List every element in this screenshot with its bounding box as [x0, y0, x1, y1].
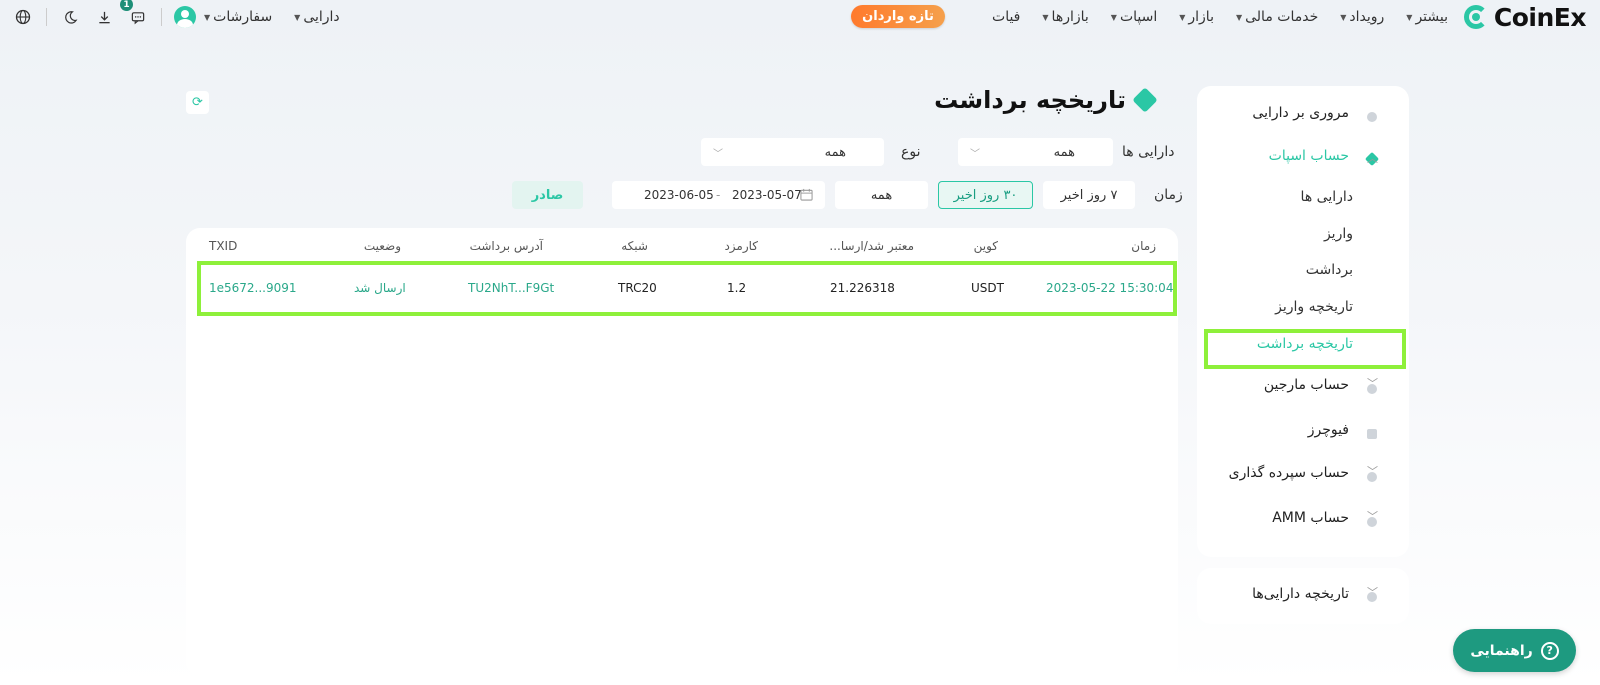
user-tools: 1 سفارشات ▼ دارایی ▼ — [12, 0, 362, 34]
moon-icon[interactable] — [59, 6, 81, 28]
nav-more[interactable]: بیشتر ▼ — [1406, 9, 1448, 25]
caret-down-icon: ▼ — [204, 12, 211, 22]
assets-menu[interactable]: دارایی ▼ — [294, 9, 340, 25]
caret-down-icon: ▼ — [1235, 12, 1243, 22]
range-all-button[interactable]: همه — [835, 181, 928, 209]
cell-network: TRC20 — [618, 281, 657, 295]
help-button[interactable]: ? راهنمایی — [1453, 629, 1576, 672]
nav-spot[interactable]: اسپات ▼ — [1111, 9, 1157, 25]
overview-icon — [1367, 112, 1377, 122]
chevron-down-icon[interactable]: ﹀ — [1367, 463, 1378, 479]
caret-down-icon: ▼ — [1179, 12, 1186, 22]
cell-coin: USDT — [971, 281, 1004, 295]
export-button[interactable]: صادر — [512, 181, 583, 209]
range-7-days-button[interactable]: ۷ روز اخیر — [1043, 181, 1135, 209]
sidebar-sub-withdraw[interactable]: برداشت — [1306, 262, 1353, 278]
coinex-logo[interactable]: CoinEx — [1463, 2, 1587, 32]
caret-down-icon: ▼ — [1406, 12, 1413, 22]
question-icon: ? — [1540, 641, 1559, 660]
top-bar: CoinEx فیات بازارها ▼ اسپات ▼ بازار ▼ خدمات… — [0, 0, 1600, 34]
globe-icon[interactable] — [12, 6, 34, 28]
column-header-coin: کوین — [973, 239, 998, 253]
cell-time: 2023-05-22 15:30:04 — [1046, 281, 1174, 295]
page-title: تاریخچه برداشت — [934, 86, 1158, 114]
divider — [46, 8, 47, 26]
nav-market[interactable]: بازار ▼ — [1179, 9, 1214, 25]
chevron-down-icon: ﹀ — [713, 148, 723, 160]
messages-icon[interactable]: 1 — [120, 0, 149, 28]
table-row[interactable] — [197, 261, 1177, 316]
avatar[interactable] — [174, 6, 196, 28]
sidebar-sub-assets[interactable]: دارایی ها — [1301, 189, 1353, 205]
date-range-picker[interactable]: 2023-06-05 - 2023-05-07 — [612, 181, 825, 209]
txid-link[interactable]: 1e5672...9091 — [209, 281, 297, 295]
page-title-text: تاریخچه برداشت — [934, 86, 1126, 114]
sidebar-item-margin-account[interactable]: حساب مارجین — [1264, 377, 1349, 393]
chevron-down-icon[interactable]: ﹀ — [1367, 584, 1378, 600]
divider — [161, 8, 162, 26]
caret-down-icon: ▼ — [1340, 12, 1347, 22]
refresh-icon[interactable]: ⟳ — [186, 91, 209, 114]
cell-amount: 21.226318 — [830, 281, 895, 295]
newcomers-button[interactable]: تازه واردان — [851, 5, 945, 28]
cell-fee: 1.2 — [727, 281, 747, 295]
nav-events[interactable]: رویداد ▼ — [1340, 9, 1384, 25]
date-end: 2023-06-05 — [644, 188, 714, 202]
caret-down-icon: ▼ — [1110, 12, 1117, 22]
orders-menu[interactable]: سفارشات ▼ — [204, 9, 272, 25]
cell-status: ارسال شد — [354, 281, 406, 295]
asset-filter-label: دارایی ها — [1122, 144, 1175, 160]
column-header-txid: TXID — [209, 239, 238, 253]
sidebar-item-assets-history[interactable]: تاریخچه دارایی‌ها — [1252, 586, 1349, 602]
nav-fiat[interactable]: فیات — [992, 9, 1020, 25]
sidebar-item-staking-account[interactable]: حساب سپرده گذاری — [1229, 465, 1349, 481]
active-item-highlight — [1204, 329, 1406, 369]
caret-down-icon: ▼ — [1042, 12, 1049, 22]
brand-name: CoinEx — [1493, 2, 1587, 32]
column-header-network: شبکه — [621, 239, 648, 253]
chevron-down-icon[interactable]: ﹀ — [1367, 375, 1378, 391]
time-filter-label: زمان — [1154, 187, 1183, 203]
chevron-down-icon[interactable]: ﹀ — [1367, 508, 1378, 524]
sidebar-item-futures[interactable]: فیوچرز — [1308, 422, 1349, 438]
chevron-down-icon: ﹀ — [970, 148, 980, 160]
range-30-days-button[interactable]: ۳۰ روز اخیر — [938, 181, 1033, 209]
sidebar-sub-deposit[interactable]: واریز — [1324, 226, 1353, 242]
date-separator: - — [716, 188, 721, 202]
column-header-amount: معتبر شد/ارسا... — [829, 239, 914, 253]
nav-markets[interactable]: بازارها ▼ — [1042, 9, 1088, 25]
sidebar-item-amm-account[interactable]: حساب AMM — [1272, 510, 1349, 526]
sidebar-item-overview[interactable]: مروری بر دارایی — [1252, 105, 1349, 121]
column-header-fee: کارمزد — [724, 239, 758, 253]
assets-history-panel: تاریخچه دارایی‌ها ﹀ — [1197, 568, 1409, 624]
account-sidebar: مروری بر دارایی حساب اسپات ︿ دارایی ها و… — [1197, 86, 1409, 557]
withdraw-address-link[interactable]: TU2NhT...F9Gt — [468, 281, 554, 295]
nav-financial-services[interactable]: خدمات مالی ▼ — [1236, 9, 1318, 25]
column-header-time: زمان — [1131, 239, 1156, 253]
date-start: 2023-05-07 — [732, 188, 802, 202]
download-icon[interactable] — [93, 6, 115, 28]
asset-select[interactable]: همه ﹀ — [958, 138, 1113, 166]
column-header-address: آدرس برداشت — [469, 239, 543, 253]
calendar-icon — [800, 188, 813, 204]
coinex-logo-icon — [1463, 5, 1488, 29]
type-filter-label: نوع — [901, 144, 921, 160]
sidebar-sub-deposit-history[interactable]: تاریخچه واریز — [1275, 299, 1353, 315]
caret-down-icon: ▼ — [294, 12, 301, 22]
column-header-status: وضعیت — [363, 239, 401, 253]
chevron-up-icon[interactable]: ︿ — [1367, 150, 1378, 166]
futures-icon — [1367, 429, 1377, 439]
withdraw-history-icon — [1132, 87, 1158, 113]
main-nav: فیات بازارها ▼ اسپات ▼ بازار ▼ خدمات مالی ▼ … — [992, 0, 1448, 34]
sidebar-item-spot-account[interactable]: حساب اسپات — [1269, 148, 1349, 164]
type-select[interactable]: همه ﹀ — [701, 138, 884, 166]
